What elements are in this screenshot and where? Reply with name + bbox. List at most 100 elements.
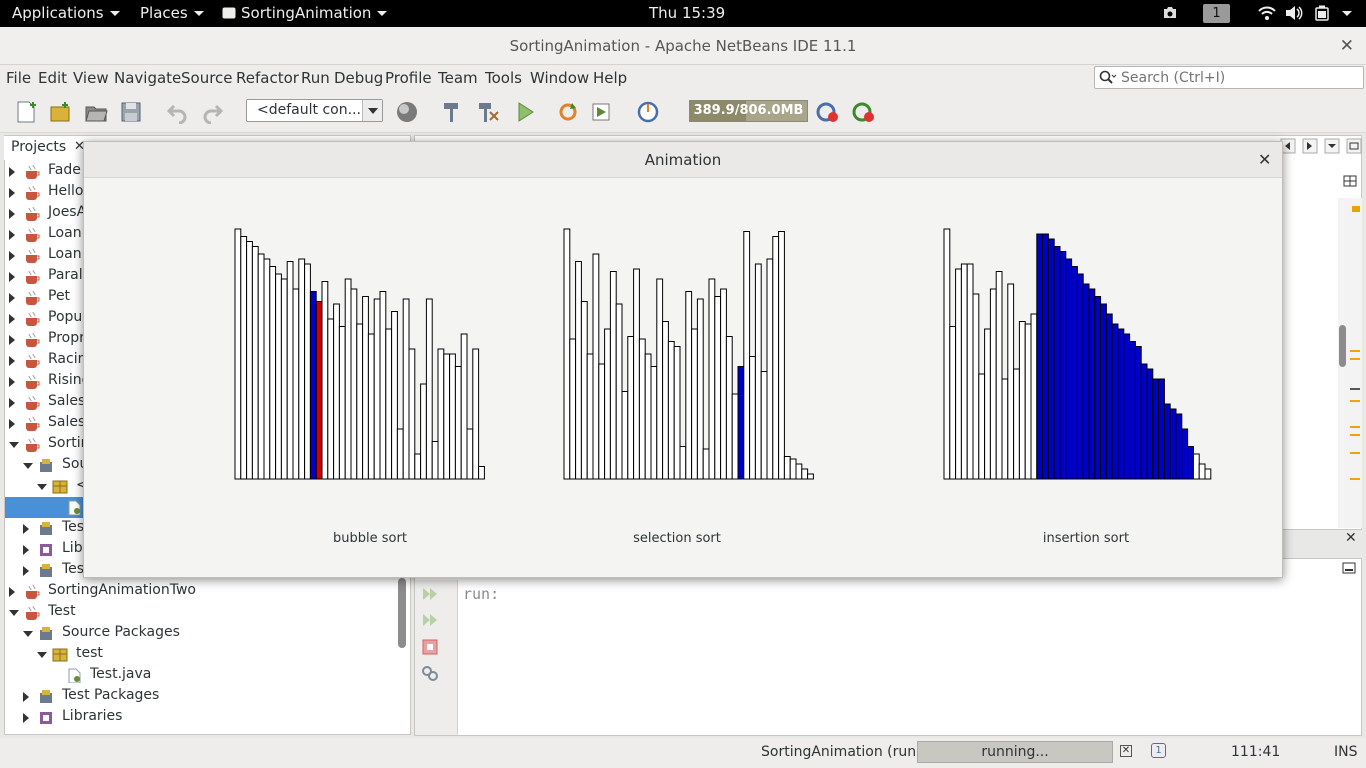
expanded-arrow-icon[interactable] [9, 610, 19, 616]
running-task-label[interactable]: SortingAnimation (run) [761, 744, 922, 760]
annotation-marker[interactable] [1350, 434, 1360, 436]
run-icon[interactable] [514, 100, 538, 124]
menu-window[interactable]: Window [530, 69, 589, 87]
tab-projects[interactable]: Projects ✕ [4, 136, 86, 160]
collapsed-arrow-icon[interactable] [9, 335, 15, 345]
tree-item[interactable]: Test Packages [22, 686, 402, 707]
output-console-text[interactable]: run: [463, 585, 499, 603]
workspace-indicator[interactable]: 1 [1203, 4, 1230, 23]
debug-icon[interactable] [590, 100, 614, 124]
progress-bar[interactable]: running... [917, 741, 1113, 763]
expanded-arrow-icon[interactable] [23, 631, 33, 637]
expanded-arrow-icon[interactable] [23, 463, 33, 469]
editor-split-icon[interactable] [1343, 175, 1357, 187]
tree-item[interactable]: SortingAnimationTwo [8, 581, 388, 602]
tree-item[interactable]: Libraries [22, 707, 402, 728]
undo-icon[interactable] [166, 100, 190, 124]
wifi-icon[interactable] [1258, 5, 1276, 21]
expanded-arrow-icon[interactable] [37, 652, 47, 658]
editor-scrollbar-thumb[interactable] [1339, 325, 1346, 367]
cancel-task-icon[interactable]: ✕ [1120, 745, 1132, 757]
annotation-marker[interactable] [1350, 400, 1360, 402]
menu-help[interactable]: Help [593, 69, 627, 87]
collapsed-arrow-icon[interactable] [9, 188, 15, 198]
reload-icon[interactable] [556, 100, 580, 124]
window-close-button[interactable]: ✕ [1340, 36, 1354, 56]
battery-icon[interactable] [1315, 5, 1329, 21]
menu-profile[interactable]: Profile [385, 69, 432, 87]
new-project-icon[interactable] [48, 100, 72, 124]
memory-usage-indicator[interactable]: 389.9/806.0MB [689, 100, 808, 122]
applications-menu[interactable]: Applications [12, 4, 120, 22]
redo-icon[interactable] [200, 100, 224, 124]
collapsed-arrow-icon[interactable] [9, 314, 15, 324]
annotation-marker[interactable] [1350, 426, 1360, 428]
annotation-marker[interactable] [1350, 478, 1360, 480]
save-all-icon[interactable] [119, 100, 143, 124]
menu-team[interactable]: Team [438, 69, 478, 87]
annotation-marker[interactable] [1352, 206, 1360, 212]
screenshot-icon[interactable] [1160, 6, 1180, 21]
collapsed-arrow-icon[interactable] [9, 251, 15, 261]
browser-globe-icon[interactable] [396, 100, 420, 124]
menu-run[interactable]: Run [301, 69, 330, 87]
collapsed-arrow-icon[interactable] [9, 230, 15, 240]
expanded-arrow-icon[interactable] [9, 442, 19, 448]
tree-item[interactable]: Test.java [50, 665, 430, 686]
new-file-icon[interactable] [14, 100, 38, 124]
menu-tools[interactable]: Tools [485, 69, 522, 87]
chevron-down-icon[interactable] [362, 100, 382, 121]
collapsed-arrow-icon[interactable] [9, 356, 15, 366]
open-project-icon[interactable] [84, 100, 108, 124]
clean-build-icon[interactable] [476, 100, 500, 124]
collapsed-arrow-icon[interactable] [9, 377, 15, 387]
menu-navigate[interactable]: Navigate [114, 69, 181, 87]
search-icon[interactable] [1099, 70, 1117, 86]
menu-view[interactable]: View [73, 69, 109, 87]
collapsed-arrow-icon[interactable] [9, 167, 15, 177]
menu-file[interactable]: File [6, 69, 31, 87]
tree-item[interactable]: Test [8, 602, 388, 623]
annotation-marker[interactable] [1350, 350, 1360, 352]
pause-profiler-icon[interactable] [852, 100, 876, 124]
collapsed-arrow-icon[interactable] [23, 524, 29, 534]
expanded-arrow-icon[interactable] [37, 484, 47, 490]
places-menu[interactable]: Places [140, 4, 204, 22]
collapsed-arrow-icon[interactable] [23, 692, 29, 702]
build-hammer-icon[interactable] [440, 100, 464, 124]
annotation-marker[interactable] [1350, 452, 1360, 454]
menu-debug[interactable]: Debug [334, 69, 383, 87]
collapsed-arrow-icon[interactable] [23, 713, 29, 723]
collapsed-arrow-icon[interactable] [9, 587, 15, 597]
collapsed-arrow-icon[interactable] [9, 293, 15, 303]
menu-edit[interactable]: Edit [38, 69, 67, 87]
volume-icon[interactable] [1285, 5, 1303, 21]
profiler-snapshot-icon[interactable] [816, 100, 840, 124]
stop-icon[interactable] [422, 639, 438, 655]
tree-item[interactable]: test [36, 644, 416, 665]
insert-mode[interactable]: INS [1334, 744, 1358, 760]
menu-source[interactable]: Source [181, 69, 233, 87]
search-box[interactable] [1094, 66, 1364, 89]
collapsed-arrow-icon[interactable] [9, 272, 15, 282]
menu-refactor[interactable]: Refactor [236, 69, 299, 87]
annotation-marker[interactable] [1350, 358, 1360, 360]
rerun-with-params-icon[interactable] [421, 612, 439, 628]
clock[interactable]: Thu 15:39 [649, 4, 725, 22]
output-close-icon[interactable]: ✕ [1345, 530, 1357, 546]
profile-icon[interactable] [636, 100, 660, 124]
tree-item[interactable]: Source Packages [22, 623, 402, 644]
configuration-select[interactable]: <default con... [246, 99, 383, 122]
collapsed-arrow-icon[interactable] [9, 209, 15, 219]
collapsed-arrow-icon[interactable] [23, 566, 29, 576]
rerun-icon[interactable] [421, 586, 439, 602]
system-menu-chevron-icon[interactable] [1342, 11, 1352, 16]
collapsed-arrow-icon[interactable] [9, 419, 15, 429]
collapsed-arrow-icon[interactable] [9, 398, 15, 408]
collapsed-arrow-icon[interactable] [23, 545, 29, 555]
notifications-icon[interactable]: 1 [1151, 743, 1166, 758]
search-input[interactable] [1121, 69, 1359, 86]
active-app-menu[interactable]: SortingAnimation [222, 4, 388, 22]
projects-scrollbar-thumb[interactable] [398, 578, 406, 648]
output-minimize-icon[interactable] [1342, 562, 1356, 574]
